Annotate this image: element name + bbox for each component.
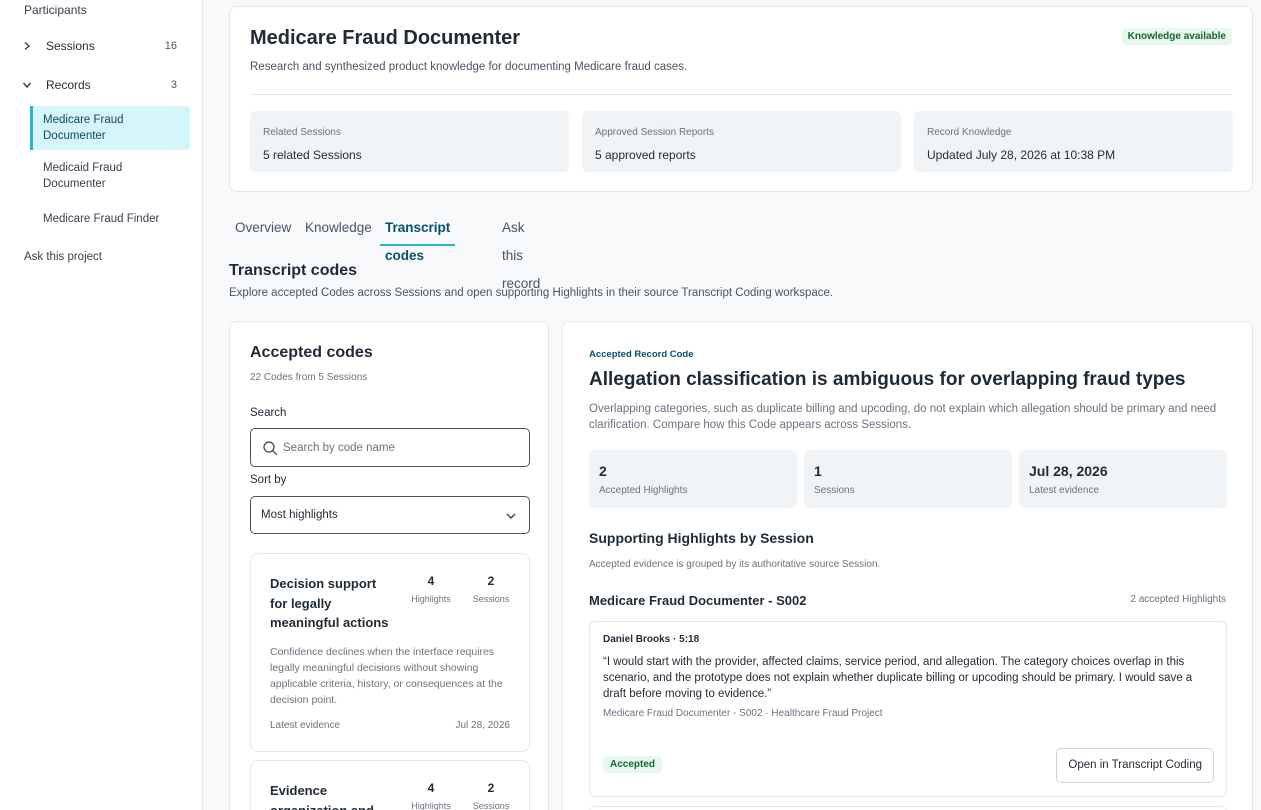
stat-label: Sessions (814, 485, 855, 496)
code-description: Overlapping categories, such as duplicat… (589, 403, 1217, 431)
panel-title: Accepted codes (250, 344, 373, 361)
code-card[interactable]: Decision support for legally meaningful … (250, 553, 530, 752)
code-card[interactable]: Evidence organization and 4 Highlights 2… (250, 760, 530, 810)
sidebar-record-medicare-fraud-finder[interactable]: Medicare Fraud Finder (30, 205, 190, 233)
code-name: Evidence organization and (270, 783, 374, 810)
sidebar-item-label: Records (46, 78, 91, 92)
sidebar: Participants Sessions 16 Records 3 Medic… (0, 0, 203, 810)
search-field[interactable] (250, 428, 530, 467)
stat-accepted-highlights: 2 Accepted Highlights (589, 450, 797, 508)
code-name: Decision support for legally meaningful … (270, 576, 389, 630)
sidebar-record-medicaid-fraud-documenter[interactable]: Medicaid Fraud Documenter (30, 154, 190, 198)
sidebar-record-medicare-fraud-documenter[interactable]: Medicare Fraud Documenter (30, 106, 190, 150)
divider (250, 94, 1232, 95)
highlight-card (589, 806, 1227, 810)
search-input[interactable] (283, 429, 523, 466)
section-title: Transcript codes (229, 262, 358, 279)
status-badge: Accepted (603, 756, 663, 773)
chevron-right-icon (22, 41, 32, 51)
sidebar-item-sessions[interactable]: Sessions 16 (0, 36, 203, 56)
chevron-down-icon (506, 513, 516, 519)
search-label: Search (250, 407, 287, 419)
panel-subtitle: 22 Codes from 5 Sessions (250, 372, 368, 383)
latest-evidence-label: Latest evidence (270, 720, 341, 731)
section-description: Explore accepted Codes across Sessions a… (229, 287, 834, 299)
code-sessions-label: Sessions (472, 801, 510, 810)
stat-value: 1 (814, 463, 822, 479)
chevron-down-icon (22, 80, 32, 90)
session-name: Medicare Fraud Documenter - S002 (589, 593, 807, 608)
code-kicker: Accepted Record Code (589, 349, 694, 360)
sidebar-item-records[interactable]: Records 3 (0, 75, 203, 95)
supporting-subtitle: Accepted evidence is grouped by its auth… (589, 559, 881, 570)
sort-select[interactable]: Most highlights (250, 496, 530, 534)
code-detail-panel: Accepted Record Code Allegation classifi… (562, 321, 1253, 810)
sidebar-item-count: 16 (164, 40, 177, 52)
tab-transcript-codes[interactable]: Transcript codes (380, 214, 456, 263)
supporting-title: Supporting Highlights by Session (589, 530, 814, 546)
highlight-quote: “I would start with the provider, affect… (603, 656, 1193, 700)
search-icon (263, 441, 278, 456)
code-highlights-count: 4 (427, 574, 435, 588)
code-sessions-count: 2 (487, 574, 495, 588)
page-title: Medicare Fraud Documenter (250, 27, 521, 49)
tab-ask-this-record[interactable]: Ask this record (502, 214, 540, 291)
open-in-transcript-coding-button[interactable]: Open in Transcript Coding (1056, 748, 1214, 783)
stat-value: Updated July 28, 2026 at 10:38 PM (927, 148, 1116, 162)
session-highlight-count: 2 accepted Highlights (1130, 594, 1226, 605)
code-title: Allegation classification is ambiguous f… (589, 369, 1186, 390)
sort-label: Sort by (250, 474, 287, 486)
code-highlights-label: Highlights (411, 594, 451, 604)
stat-label: Approved Session Reports (595, 127, 714, 138)
record-header-card: Medicare Fraud Documenter Knowledge avai… (229, 6, 1253, 192)
stat-value: Jul 28, 2026 (1029, 463, 1108, 479)
stat-related-sessions: Related Sessions 5 related Sessions (250, 111, 569, 172)
record-description: Research and synthesized product knowled… (250, 61, 688, 73)
tab-knowledge[interactable]: Knowledge (305, 214, 372, 246)
stat-label: Accepted Highlights (599, 485, 688, 496)
sidebar-item-ask-project[interactable]: Ask this project (24, 251, 102, 263)
stat-record-knowledge: Record Knowledge Updated July 28, 2026 a… (914, 111, 1233, 172)
highlight-speaker: Daniel Brooks · 5:18 (603, 634, 700, 645)
highlight-card: Daniel Brooks · 5:18 “I would start with… (589, 621, 1227, 797)
stat-label: Record Knowledge (927, 127, 1012, 138)
stat-value: 5 related Sessions (263, 148, 362, 162)
code-description: Confidence declines when the interface r… (270, 646, 503, 706)
code-sessions-count: 2 (487, 781, 495, 795)
code-sessions-label: Sessions (472, 594, 510, 604)
sidebar-item-count: 3 (170, 79, 177, 91)
sort-value: Most highlights (261, 509, 338, 521)
status-badge: Knowledge available (1121, 28, 1232, 45)
stat-latest-evidence: Jul 28, 2026 Latest evidence (1019, 450, 1227, 508)
accepted-codes-panel: Accepted codes 22 Codes from 5 Sessions … (229, 321, 549, 810)
stat-label: Related Sessions (263, 127, 341, 138)
latest-evidence-date: Jul 28, 2026 (455, 720, 511, 731)
sidebar-item-participants[interactable]: Participants (24, 3, 87, 17)
stat-sessions: 1 Sessions (804, 450, 1012, 508)
stat-value: 5 approved reports (595, 148, 696, 162)
sidebar-item-label: Sessions (46, 39, 95, 53)
stat-approved-reports: Approved Session Reports 5 approved repo… (582, 111, 901, 172)
tab-overview[interactable]: Overview (235, 214, 291, 246)
stat-label: Latest evidence (1029, 485, 1100, 496)
stat-value: 2 (599, 463, 607, 479)
code-highlights-label: Highlights (411, 801, 451, 810)
code-highlights-count: 4 (427, 781, 435, 795)
highlight-source: Medicare Fraud Documenter - S002 · Healt… (603, 708, 883, 719)
